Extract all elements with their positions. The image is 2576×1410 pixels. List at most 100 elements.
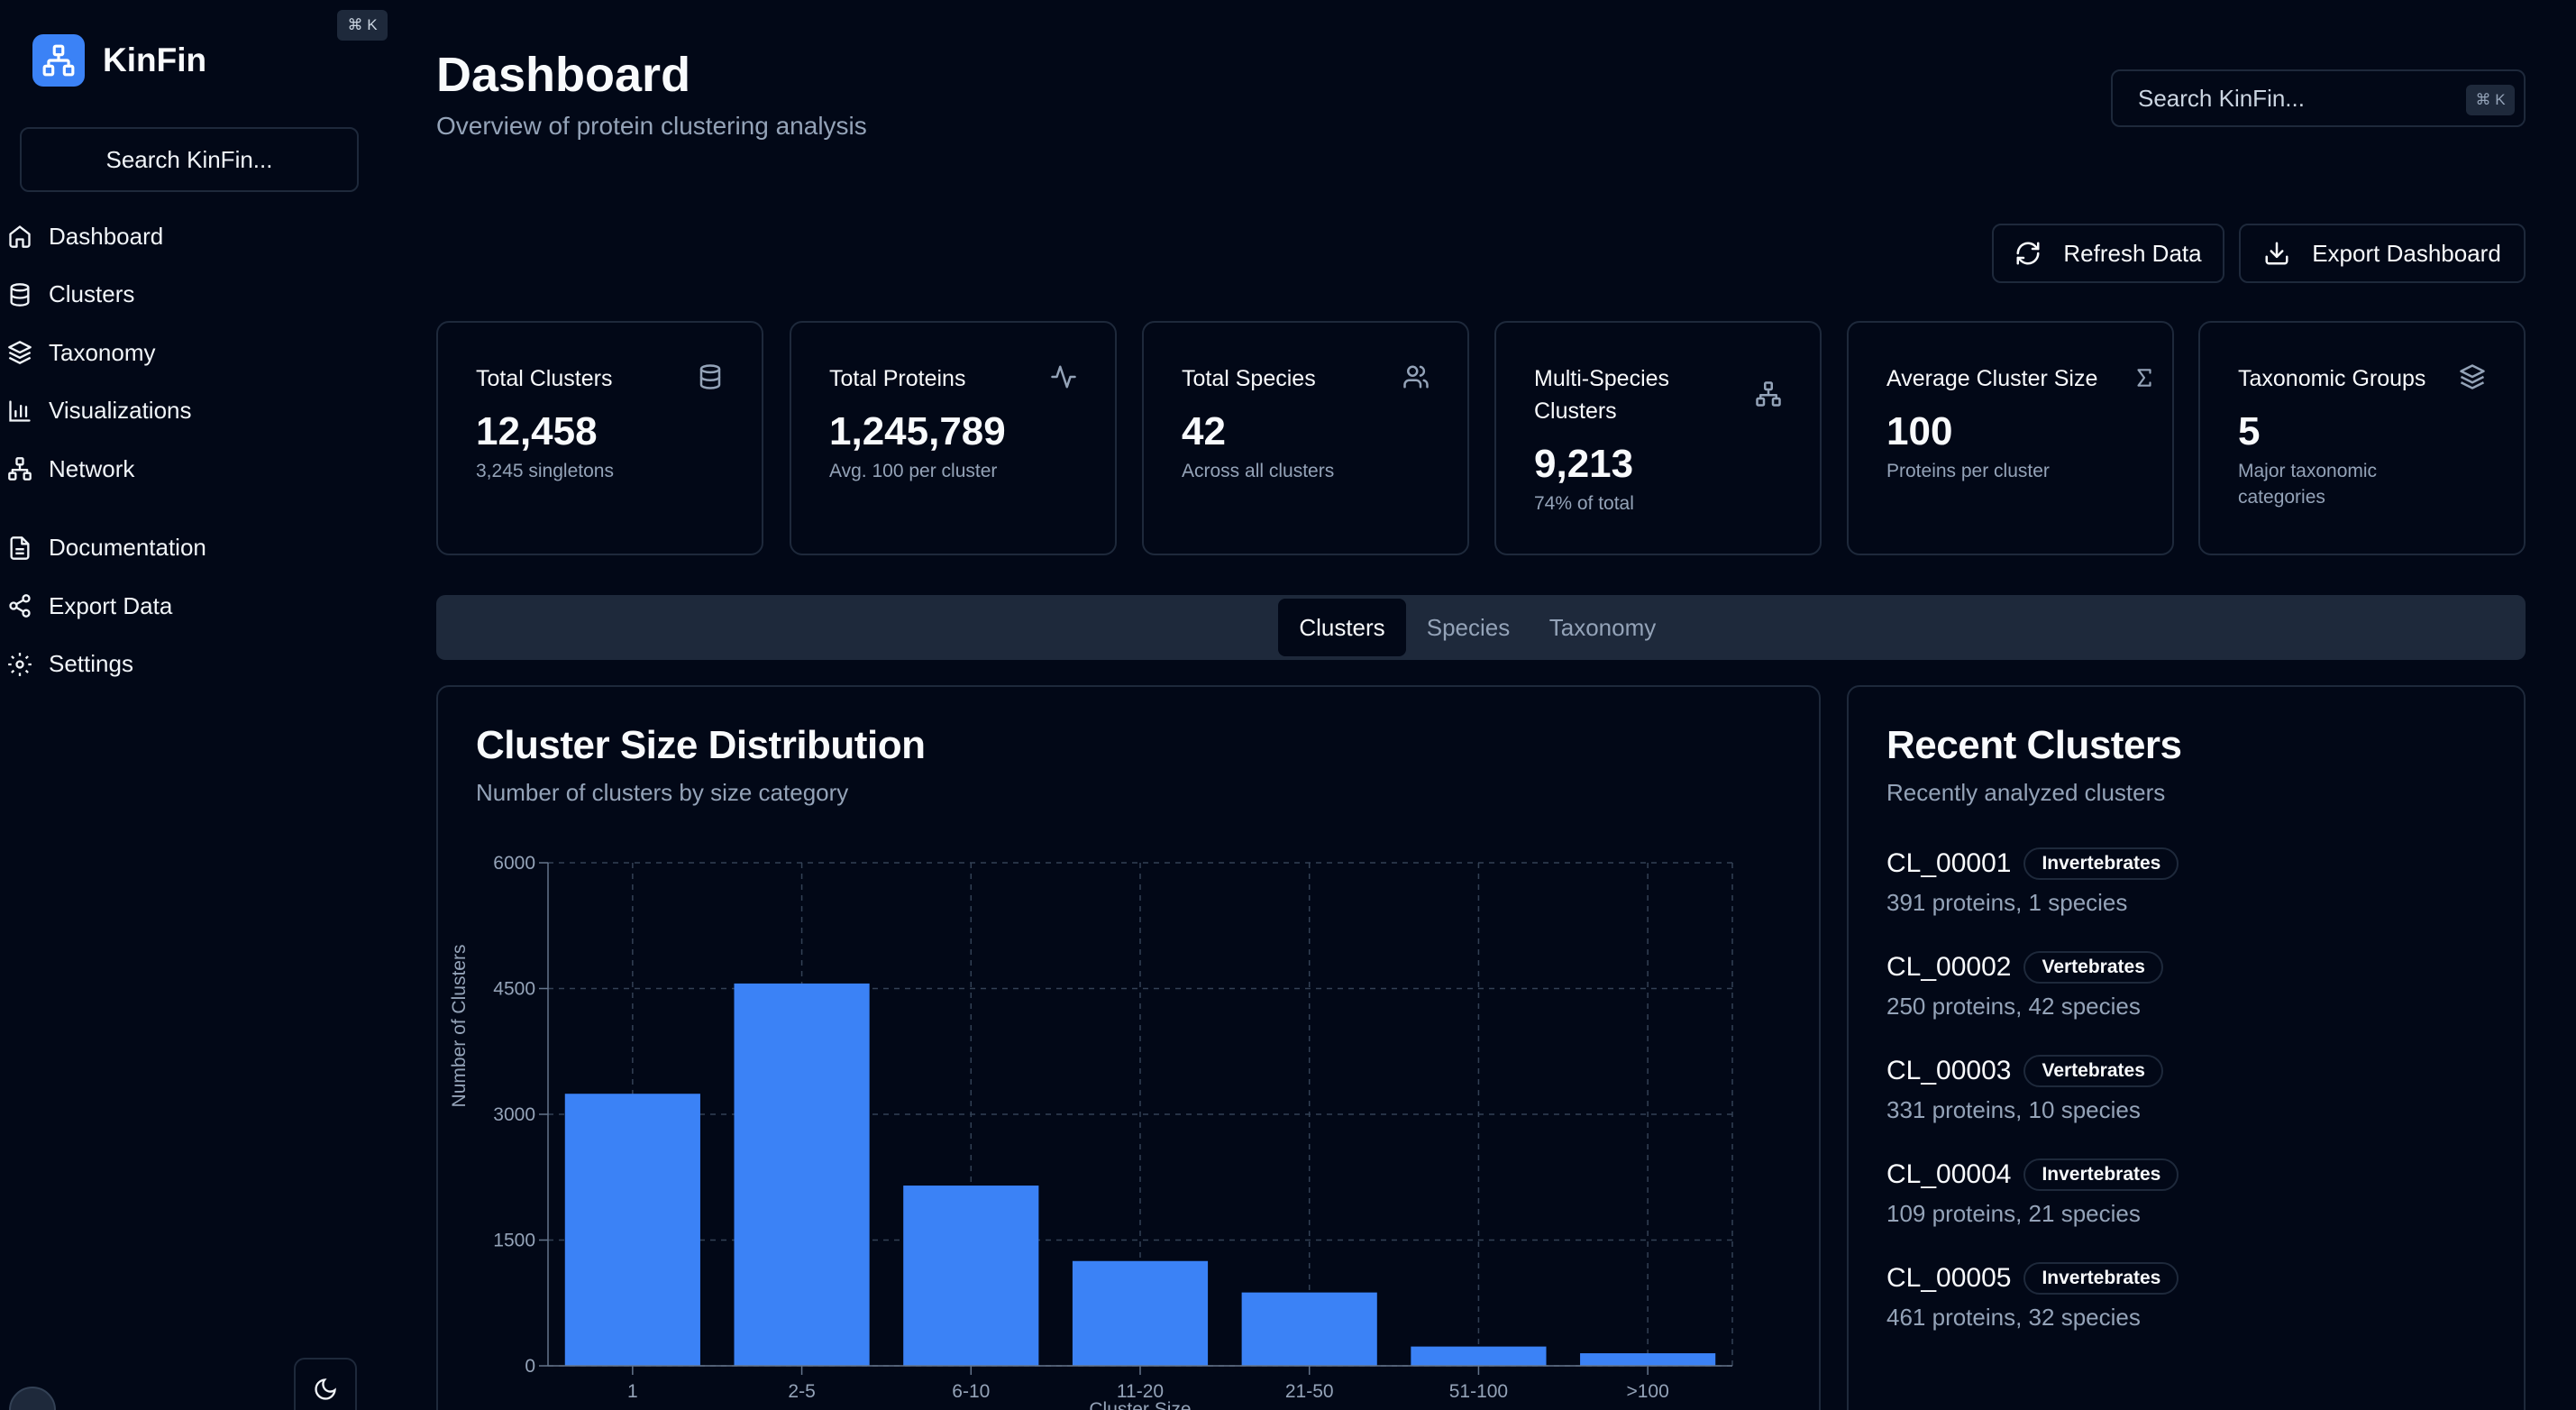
y-tick-label: 6000 [493,853,535,874]
x-tick-label: 21-50 [1285,1381,1334,1402]
taxon-badge: Vertebrates [2023,1055,2163,1087]
share-icon [9,594,31,618]
recent-clusters-list: CL_00001 Invertebrates 391 proteins, 1 sp… [1886,846,2517,1364]
download-icon [2265,242,2288,265]
gear-icon [8,652,32,676]
x-tick-label: >100 [1626,1381,1668,1402]
cluster-id: CL_00004 [1886,1159,2012,1189]
stat-card-multi-species-clusters: Multi-Species Clusters 9,213 74% of tota… [1494,321,1822,555]
bar-21-50[interactable] [1241,1292,1377,1366]
y-tick-label: 3000 [493,1104,535,1125]
y-axis-label: Number of Clusters [449,945,470,1108]
list-item[interactable]: CL_00005 Invertebrates 461 proteins, 32 s… [1886,1260,2517,1364]
stat-subtext: 74% of total [1534,493,1634,514]
stat-subtext: Proteins per cluster [1886,461,2050,481]
app-name: KinFin [103,41,207,78]
sidebar-item-documentation[interactable]: Documentation [0,519,388,578]
x-tick-label: 51-100 [1449,1381,1508,1402]
assistant-button[interactable] [9,1387,56,1410]
bar-11-20[interactable] [1072,1260,1209,1366]
sidebar-item-label: Visualizations [49,397,192,425]
cluster-meta: 109 proteins, 21 species [1886,1200,2141,1227]
stat-value: 1,245,789 [829,409,1006,453]
bar-1[interactable] [564,1094,700,1366]
bar-2-5[interactable] [734,983,870,1366]
export-dashboard-label: Export Dashboard [2312,239,2501,267]
database-icon [10,282,30,307]
tab-species[interactable]: Species [1410,599,1527,656]
page-title: Dashboard [436,48,691,102]
network-icon [8,457,32,481]
taxon-badge: Invertebrates [2023,1262,2179,1295]
y-tick-label: 0 [525,1356,535,1377]
cluster-meta: 461 proteins, 32 species [1886,1304,2141,1331]
taxon-badge: Invertebrates [2023,1158,2179,1191]
refresh-icon [2016,242,2040,265]
bar-6-10[interactable] [903,1186,1039,1366]
home-icon [9,225,31,249]
stat-card-total-species: Total Species 42 Across all clusters [1142,321,1469,555]
stat-title: Total Proteins [829,366,966,391]
layers-icon [2460,364,2485,389]
stat-card-total-proteins: Total Proteins 1,245,789 Avg. 100 per cl… [790,321,1117,555]
bar-51-100[interactable] [1411,1346,1547,1366]
list-item[interactable]: CL_00001 Invertebrates 391 proteins, 1 sp… [1886,846,2517,949]
stat-title: Total Species [1182,366,1316,391]
search-input[interactable]: Search KinFin... ⌘ K [2111,69,2526,127]
list-item[interactable]: CL_00002 Vertebrates 250 proteins, 42 spe… [1886,949,2517,1053]
cluster-id: CL_00005 [1886,1263,2012,1293]
stat-title: Multi-Species Clusters [1534,366,1670,424]
cluster-meta: 250 proteins, 42 species [1886,993,2141,1020]
stat-value: 12,458 [476,409,598,453]
sidebar-nav: Dashboard Clusters Taxonomy Visualizatio… [0,207,388,693]
stat-subtext: 3,245 singletons [476,461,614,481]
stat-subtext: Avg. 100 per cluster [829,461,998,481]
sidebar-item-visualizations[interactable]: Visualizations [0,382,388,441]
brand[interactable]: KinFin [32,34,206,87]
file-icon [10,536,30,560]
stat-card-average-cluster-size: Average Cluster Size 100 Proteins per cl… [1847,321,2174,555]
stat-title: Total Clusters [476,366,613,391]
theme-toggle-button[interactable] [294,1358,357,1410]
network-icon [1756,381,1781,407]
list-item[interactable]: CL_00004 Invertebrates 109 proteins, 21 s… [1886,1157,2517,1260]
sidebar-item-export-data[interactable]: Export Data [0,577,388,636]
users-icon [1403,365,1429,389]
refresh-data-label: Refresh Data [2063,239,2202,267]
refresh-data-button[interactable]: Refresh Data [1992,224,2224,283]
stat-value: 100 [1886,409,1953,453]
shortcut-badge: ⌘ K [337,10,388,41]
sidebar-item-taxonomy[interactable]: Taxonomy [0,324,388,382]
stat-value: 5 [2238,409,2261,453]
sidebar-item-settings[interactable]: Settings [0,636,388,694]
list-item[interactable]: CL_00003 Vertebrates 331 proteins, 10 spe… [1886,1053,2517,1157]
tab-taxonomy[interactable]: Taxonomy [1530,599,1675,656]
activity-icon [1051,365,1076,389]
x-tick-label: 1 [627,1381,638,1402]
sidebar-item-clusters[interactable]: Clusters [0,266,388,325]
sidebar-item-label: Settings [49,650,133,678]
x-tick-label: 6-10 [952,1381,990,1402]
tab-clusters[interactable]: Clusters [1278,599,1406,656]
stat-title: Average Cluster Size [1886,366,2098,391]
recent-subtitle: Recently analyzed clusters [1886,779,2166,806]
sidebar-item-network[interactable]: Network [0,440,388,499]
sidebar-item-label: Dashboard [49,222,164,250]
sidebar-item-dashboard[interactable]: Dashboard [0,207,388,266]
y-tick-label: 4500 [493,979,535,1000]
stat-card-total-clusters: Total Clusters 12,458 3,245 singletons [436,321,763,555]
recent-clusters-card: Recent Clusters Recently analyzed cluste… [1847,685,2526,1410]
stat-title: Taxonomic Groups [2238,366,2426,391]
export-dashboard-button[interactable]: Export Dashboard [2239,224,2526,283]
bar->100[interactable] [1580,1353,1716,1366]
taxon-badge: Invertebrates [2023,847,2179,880]
cluster-size-distribution-card: Cluster Size Distribution Number of clus… [436,685,1821,1410]
tab-list: Clusters Species Taxonomy [436,595,2526,660]
shortcut-badge: ⌘ K [2466,85,2515,115]
cluster-meta: 391 proteins, 1 species [1886,889,2128,916]
stat-subtext: Major taxonomic categories [2238,461,2378,508]
cluster-id: CL_00003 [1886,1056,2012,1085]
sidebar-item-label: Network [49,454,135,482]
sidebar-search-button[interactable]: Search KinFin... [20,127,359,192]
stat-value: 9,213 [1534,442,1634,486]
